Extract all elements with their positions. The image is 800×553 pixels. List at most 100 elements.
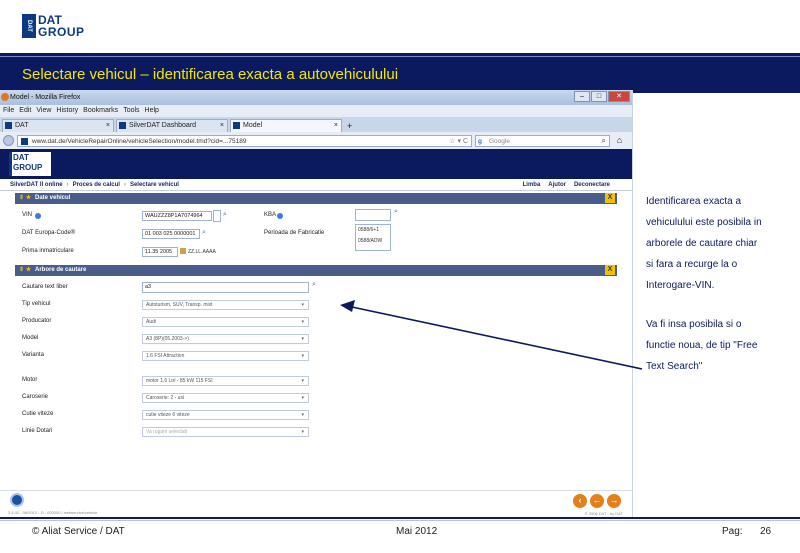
back-icon[interactable] (3, 135, 14, 146)
app-logo: DAT GROUP (9, 152, 51, 176)
period-item[interactable]: 0588/6+1 (358, 225, 390, 236)
period-list[interactable]: 0588/6+1 0588/ADW (355, 224, 391, 251)
variant-select[interactable]: 1.6 FSI Attraction ▾ (142, 351, 309, 361)
tab-close-icon[interactable]: × (334, 120, 338, 132)
section-close-icon[interactable]: X (605, 193, 615, 203)
url-text: www.dat.de/VehicleRepairOnline/vehicleSe… (32, 137, 247, 145)
annotation-paragraph-2: Va fi insa posibila si o functie noua, d… (646, 314, 796, 377)
reload-icon[interactable]: ☆ ▾ C (449, 136, 468, 147)
menu-edit[interactable]: Edit (19, 105, 31, 117)
vehicle-type-select[interactable]: Autoturism, SUV, Transp. mixt ▾ (142, 300, 309, 310)
maximize-button[interactable]: □ (591, 91, 607, 102)
registration-input[interactable]: 11.35 2005 (142, 247, 178, 257)
calendar-icon[interactable] (180, 248, 186, 254)
tab-label: Model (243, 122, 263, 129)
tab-dat[interactable]: DAT × (2, 119, 114, 132)
select-value: 1.6 FSI Attraction (146, 353, 185, 359)
tree-row-label: Linie Dotari (22, 428, 53, 434)
breadcrumb: SilverDAT II online › Proces de calcul ›… (0, 179, 632, 191)
collapse-icon[interactable]: ⇕ ★ (19, 193, 31, 204)
breadcrumb-item[interactable]: Proces de calcul (73, 179, 120, 190)
chevron-down-icon: ▾ (301, 395, 304, 401)
datcode-search-icon[interactable]: ⌕ (202, 229, 210, 237)
vin-search-icon[interactable]: ⌕ (223, 211, 231, 219)
menu-tools[interactable]: Tools (123, 105, 139, 117)
vin-check-box[interactable] (213, 210, 221, 222)
breadcrumb-item[interactable]: SilverDAT II online (10, 179, 63, 190)
search-tree-form: Cautare text liber a3 ⌕ Tip vehicul Auto… (0, 276, 632, 456)
manufacturer-select[interactable]: Audi ▾ (142, 317, 309, 327)
slide-title: Selectare vehicul – identificarea exacta… (22, 66, 399, 83)
new-tab-button[interactable]: + (344, 120, 355, 132)
period-item[interactable]: 0588/ADW (358, 236, 390, 247)
link-deconectare[interactable]: Deconectare (574, 179, 610, 191)
menu-help[interactable]: Help (145, 105, 159, 117)
breadcrumb-item[interactable]: Selectare vehicul (130, 179, 179, 190)
section-close-icon[interactable]: X (605, 265, 615, 275)
back-arrow-icon[interactable]: ← (590, 494, 604, 508)
tree-row-label: Cutie viteze (22, 411, 54, 417)
chevron-down-icon: ▾ (301, 412, 304, 418)
body-select[interactable]: Caroserie: 2 - usi ▾ (142, 393, 309, 403)
select-value: Audi (146, 319, 157, 325)
tab-label: SilverDAT Dashboard (129, 122, 197, 129)
free-text-search-icon[interactable]: ⌕ (312, 281, 320, 289)
free-text-label: Cautare text liber (22, 284, 68, 290)
datcode-input[interactable]: 01 003 025 0000001 (142, 229, 200, 239)
link-limba[interactable]: Limba (523, 179, 541, 191)
minimize-button[interactable]: – (574, 91, 590, 102)
close-window-button[interactable]: ✕ (608, 91, 630, 102)
select-value: A3 (8P)(05.2003->) (146, 336, 189, 342)
menu-view[interactable]: View (36, 105, 51, 117)
annotation-line: Interogare-VIN. (646, 280, 715, 291)
info-icon[interactable] (35, 213, 41, 219)
chevron-down-icon: ▾ (301, 336, 304, 342)
equipment-line-select[interactable]: Va rugam selectati ▾ (142, 427, 309, 437)
section-search-tree[interactable]: ⇕ ★ Arbore de cautare X (15, 265, 617, 276)
select-value: Va rugam selectati (146, 429, 188, 435)
model-select[interactable]: A3 (8P)(05.2003->) ▾ (142, 334, 309, 344)
info-icon[interactable] (277, 213, 283, 219)
logo-bottom-text: GROUP (38, 25, 85, 39)
search-box[interactable]: g Google ⌕ (475, 134, 610, 147)
kba-search-icon[interactable]: ⌕ (394, 208, 402, 216)
section-title: Arbore de cautare (35, 267, 87, 273)
engine-select[interactable]: motor 1,6 Ltrl - 85 kW 115 FSI ▾ (142, 376, 309, 386)
tab-silverdat-dashboard[interactable]: SilverDAT Dashboard × (116, 119, 228, 132)
gearbox-select[interactable]: cutie viteze 6 viteze ▾ (142, 410, 309, 420)
browser-navigation-bar: www.dat.de/VehicleRepairOnline/vehicleSe… (0, 132, 632, 149)
collapse-icon[interactable]: ⇕ ★ (19, 265, 31, 276)
chevron-down-icon: ▾ (301, 429, 304, 435)
tab-model[interactable]: Model × (230, 119, 342, 132)
section-vehicle-data[interactable]: ⇕ ★ Date vehicul X (15, 193, 617, 204)
footer-date: Mai 2012 (396, 526, 438, 537)
link-ajutor[interactable]: Ajutor (548, 179, 566, 191)
logo-box: DAT (22, 14, 36, 38)
tab-close-icon[interactable]: × (220, 120, 224, 132)
footer-rule-thin (0, 520, 800, 521)
menu-file[interactable]: File (3, 105, 14, 117)
menu-bookmarks[interactable]: Bookmarks (83, 105, 118, 117)
tree-row-label: Motor (22, 377, 38, 383)
vin-input[interactable]: WAUZZZ8P1A7074964 (142, 211, 212, 221)
chevron-down-icon: ▾ (301, 353, 304, 359)
search-icon[interactable]: ⌕ (602, 135, 606, 146)
next-arrow-icon[interactable]: → (607, 494, 621, 508)
tree-row-label: Tip vehicul (22, 301, 51, 307)
menu-history[interactable]: History (56, 105, 78, 117)
vehicle-data-form: VIN WAUZZZ8P1A7074964 ⌕ DAT Europa-Code®… (0, 204, 632, 262)
previous-arrow-icon[interactable]: ‹ (573, 494, 587, 508)
annotation-line: vehiculului este posibila in (646, 217, 762, 228)
free-text-search-input[interactable]: a3 (142, 282, 309, 293)
annotation-line: Identificarea exacta a (646, 196, 742, 207)
tab-close-icon[interactable]: × (106, 120, 110, 132)
dat-favicon (5, 122, 12, 129)
kba-input[interactable] (355, 209, 391, 221)
footer-page-number: 26 (760, 526, 772, 537)
select-value: Caroserie: 2 - usi (146, 395, 185, 401)
url-bar[interactable]: www.dat.de/VehicleRepairOnline/vehicleSe… (17, 134, 472, 147)
home-icon[interactable]: ⌂ (613, 135, 626, 147)
dat-favicon (233, 122, 240, 129)
footer-page-label: Pag: (722, 526, 743, 537)
version-text: 3.4.42 - 06/2012 - D - 000000 / webservi… (8, 510, 98, 515)
